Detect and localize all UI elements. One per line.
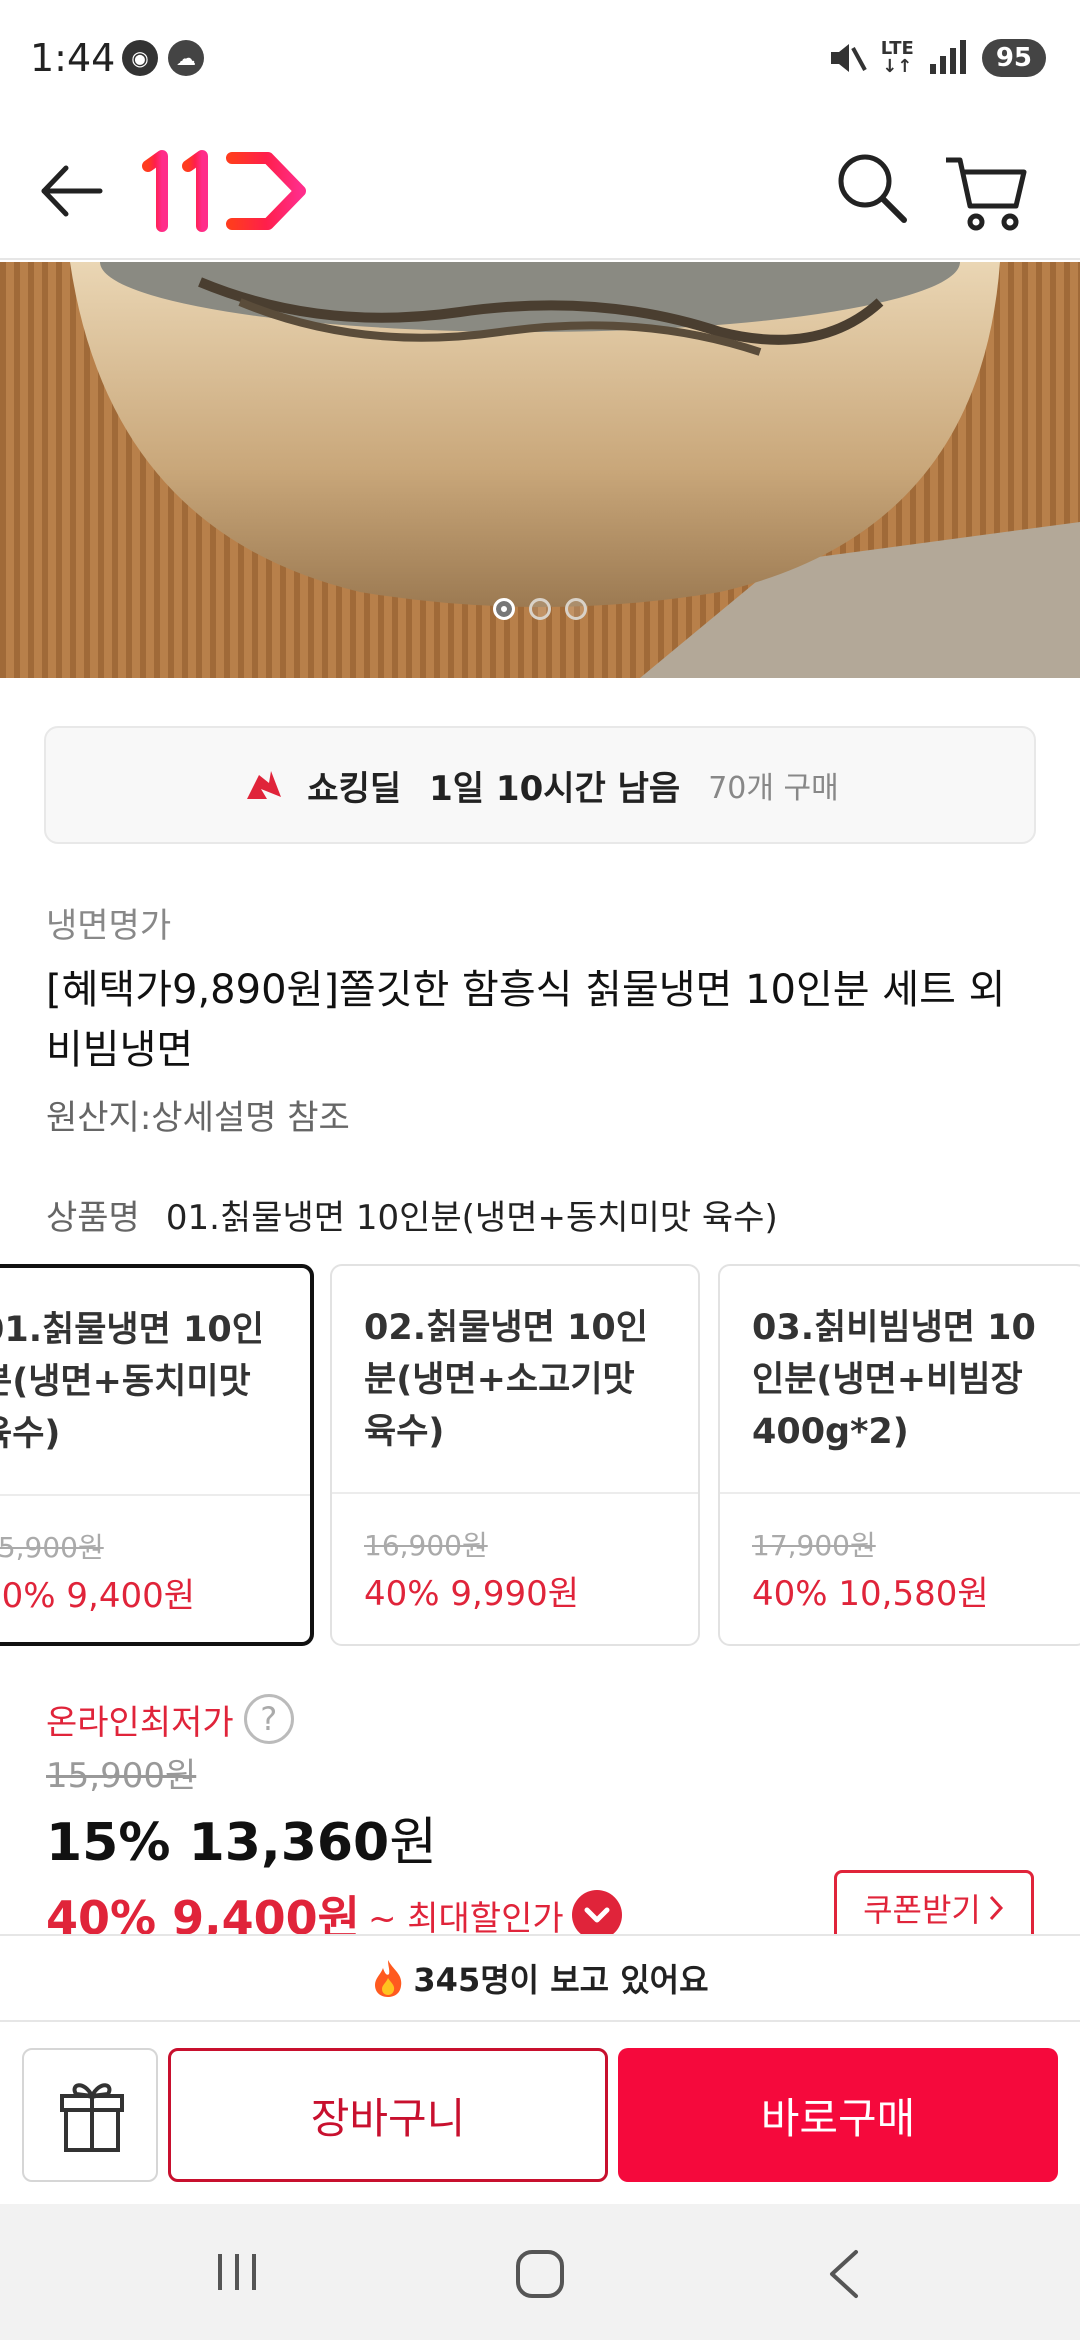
original-price: 15,900원 bbox=[46, 1756, 197, 1796]
gift-button[interactable] bbox=[22, 2048, 158, 2182]
max-discount-label: ~ 최대할인가 bbox=[367, 1898, 564, 1939]
carousel-dot-3 bbox=[565, 598, 587, 620]
help-icon[interactable]: ? bbox=[243, 1694, 294, 1744]
back-arrow-icon[interactable] bbox=[36, 156, 106, 226]
option-card-1[interactable]: 01.칡물냉면 10인분(냉면+동치미맛 육수) 15,900원 40% 9,4… bbox=[0, 1264, 314, 1646]
option-card-divider bbox=[0, 1494, 310, 1496]
option-card-list[interactable]: 01.칡물냉면 10인분(냉면+동치미맛 육수) 15,900원 40% 9,4… bbox=[0, 1264, 1080, 1648]
carousel-indicator bbox=[0, 598, 1080, 628]
seller-name[interactable]: 냉면명가 bbox=[46, 898, 171, 947]
viewers-bar: 345명이 보고 있어요 bbox=[0, 1934, 1080, 2022]
coupon-label: 쿠폰받기 bbox=[863, 1891, 981, 1929]
discount-percent: 15% bbox=[46, 1813, 171, 1873]
current-price: 15% 13,360원 bbox=[46, 1800, 437, 1875]
home-icon[interactable] bbox=[514, 2248, 566, 2300]
shocking-deal-banner[interactable]: 쇼킹딜 1일 10시간 남음 70개 구매 bbox=[44, 726, 1036, 844]
option-value: 01.칡물냉면 10인분(냉면+동치미맛 육수) bbox=[165, 1198, 778, 1238]
recent-apps-icon[interactable] bbox=[214, 2250, 260, 2294]
price-amount: 13,360 bbox=[188, 1813, 390, 1873]
status-time: 1:44 bbox=[30, 36, 116, 80]
network-type: LTE ↓↑ bbox=[880, 38, 914, 77]
cart-icon[interactable] bbox=[940, 148, 1030, 238]
mute-icon bbox=[830, 44, 867, 72]
system-navigation-bar bbox=[0, 2204, 1080, 2340]
app-header bbox=[0, 120, 1080, 260]
signal-icon bbox=[929, 40, 966, 74]
status-bar: 1:44 ◉ ☁ LTE ↓↑ 95 bbox=[0, 0, 1080, 120]
option-card-name: 02.칡물냉면 10인분(냉면+소고기맛 육수) bbox=[364, 1308, 648, 1452]
battery-indicator: 95 bbox=[981, 39, 1046, 77]
deal-label: 쇼킹딜 bbox=[307, 768, 402, 809]
option-card-original-price: 17,900원 bbox=[752, 1529, 876, 1562]
option-card-name: 01.칡물냉면 10인분(냉면+동치미맛 육수) bbox=[0, 1310, 264, 1454]
carousel-dot-1 bbox=[493, 598, 515, 620]
option-card-original-price: 16,900원 bbox=[364, 1529, 488, 1562]
option-card-sale-price: 40% 10,580원 bbox=[752, 1574, 989, 1614]
lowest-price-label: 온라인최저가 ? bbox=[46, 1694, 294, 1744]
status-indicators: LTE ↓↑ 95 bbox=[827, 36, 1046, 80]
app-notification-icon: ◉ bbox=[122, 40, 158, 76]
deal-purchase-count: 70개 구매 bbox=[708, 771, 839, 806]
viewers-text: 345명이 보고 있어요 bbox=[413, 1961, 709, 1999]
product-title: [혜택가9,890원]쫄깃한 함흥식 칡물냉면 10인분 세트 외 비빔냉면 bbox=[46, 967, 1006, 1073]
option-label: 상품명 bbox=[46, 1198, 140, 1238]
gift-icon bbox=[60, 2083, 124, 2152]
price-currency: 원 bbox=[389, 1813, 438, 1873]
option-card-3[interactable]: 03.칡비빔냉면 10인분(냉면+비빔장 400g*2) 17,900원 40%… bbox=[718, 1264, 1080, 1646]
bottom-action-bar: 장바구니 바로구매 bbox=[0, 2022, 1080, 2204]
option-card-original-price: 15,900원 bbox=[0, 1531, 104, 1564]
chevron-right-icon bbox=[989, 1895, 1003, 1921]
add-to-cart-button[interactable]: 장바구니 bbox=[168, 2048, 608, 2182]
deal-time-remaining: 1일 10시간 남음 bbox=[429, 768, 681, 809]
option-card-divider bbox=[332, 1492, 698, 1494]
carousel-dot-2 bbox=[529, 598, 551, 620]
selected-option-row: 상품명 01.칡물냉면 10인분(냉면+동치미맛 육수) bbox=[46, 1190, 778, 1239]
back-nav-icon[interactable] bbox=[826, 2248, 862, 2300]
product-origin: 원산지:상세설명 참조 bbox=[46, 1098, 350, 1138]
chevron-down-circle-icon[interactable] bbox=[571, 1890, 622, 1940]
search-icon[interactable] bbox=[832, 148, 912, 228]
option-card-name: 03.칡비빔냉면 10인분(냉면+비빔장 400g*2) bbox=[752, 1308, 1036, 1452]
shocking-deal-icon bbox=[247, 771, 282, 799]
option-card-sale-price: 40% 9,400원 bbox=[0, 1576, 195, 1616]
option-card-2[interactable]: 02.칡물냉면 10인분(냉면+소고기맛 육수) 16,900원 40% 9,9… bbox=[330, 1264, 700, 1646]
buy-now-button[interactable]: 바로구매 bbox=[618, 2048, 1058, 2182]
fire-icon bbox=[375, 1960, 402, 1997]
eleven-street-logo[interactable] bbox=[140, 146, 310, 236]
lowest-price-text: 온라인최저가 bbox=[46, 1702, 234, 1743]
option-card-divider bbox=[720, 1492, 1080, 1494]
cloud-notification-icon: ☁ bbox=[168, 40, 204, 76]
option-card-sale-price: 40% 9,990원 bbox=[364, 1574, 579, 1614]
